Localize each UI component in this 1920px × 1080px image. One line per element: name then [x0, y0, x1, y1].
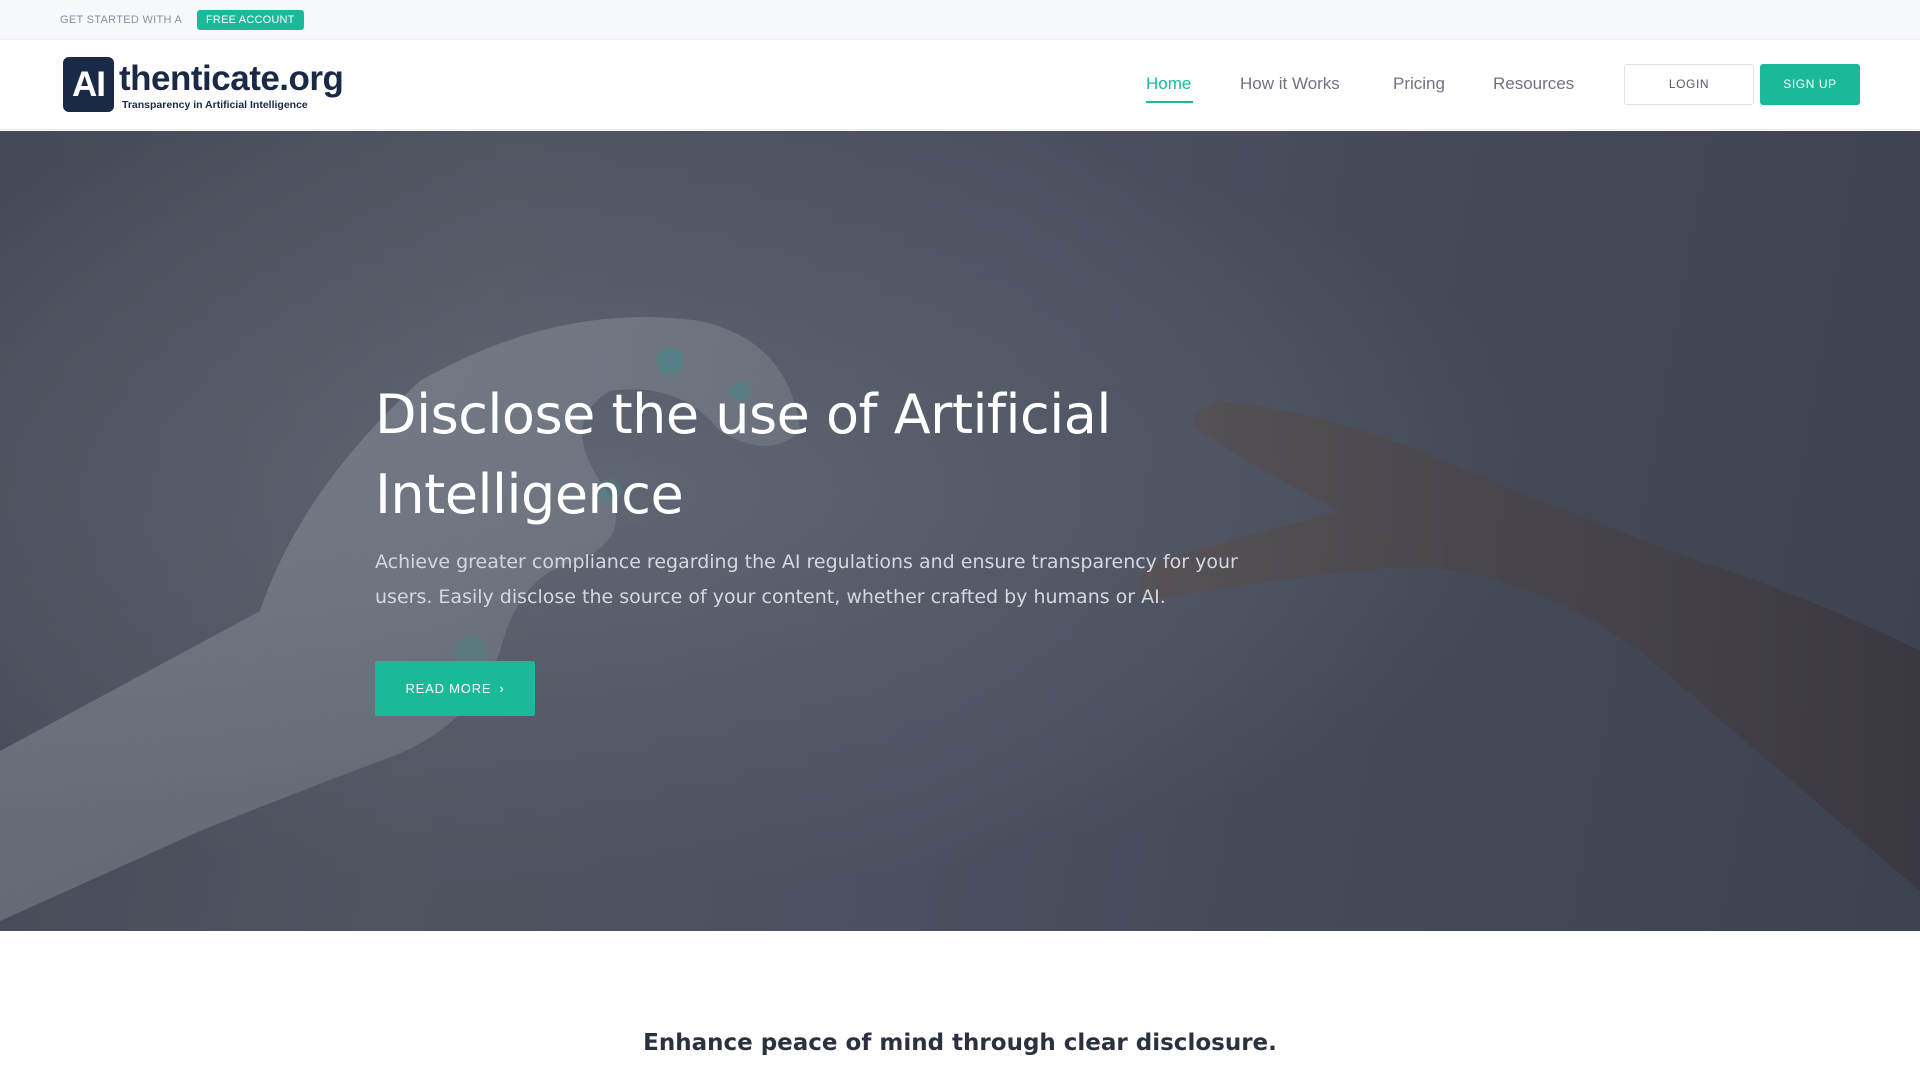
site-header: AI thenticate.org Transparency in Artifi… — [0, 41, 1920, 130]
free-account-link[interactable]: FREE ACCOUNT — [197, 10, 304, 30]
chevron-right-icon: › — [499, 681, 505, 696]
signup-button[interactable]: SIGN UP — [1760, 64, 1860, 105]
read-more-label: READ MORE — [405, 681, 492, 696]
hero-title: Disclose the use of Artificial Intellige… — [375, 383, 1111, 526]
nav-how-it-works[interactable]: How it Works — [1240, 74, 1340, 94]
login-button[interactable]: LOGIN — [1624, 64, 1754, 105]
nav-active-indicator — [1146, 101, 1193, 103]
read-more-button[interactable]: READ MORE › — [375, 661, 535, 716]
hero-subtitle: Achieve greater compliance regarding the… — [375, 551, 1238, 608]
nav-home[interactable]: Home — [1146, 74, 1191, 94]
section-tagline: Enhance peace of mind through clear disc… — [643, 1030, 1277, 1056]
logo-tagline: Transparency in Artificial Intelligence — [122, 99, 308, 111]
promo-text: GET STARTED WITH A — [60, 14, 183, 26]
nav-pricing[interactable]: Pricing — [1393, 74, 1445, 94]
hero-section: Disclose the use of Artificial Intellige… — [0, 131, 1920, 931]
promo-bar: GET STARTED WITH A FREE ACCOUNT — [0, 0, 1920, 40]
logo-mark: AI — [63, 57, 114, 112]
logo-link[interactable]: AI thenticate.org Transparency in Artifi… — [63, 57, 363, 115]
logo-wordmark: thenticate.org — [119, 59, 344, 98]
nav-resources[interactable]: Resources — [1493, 74, 1574, 94]
